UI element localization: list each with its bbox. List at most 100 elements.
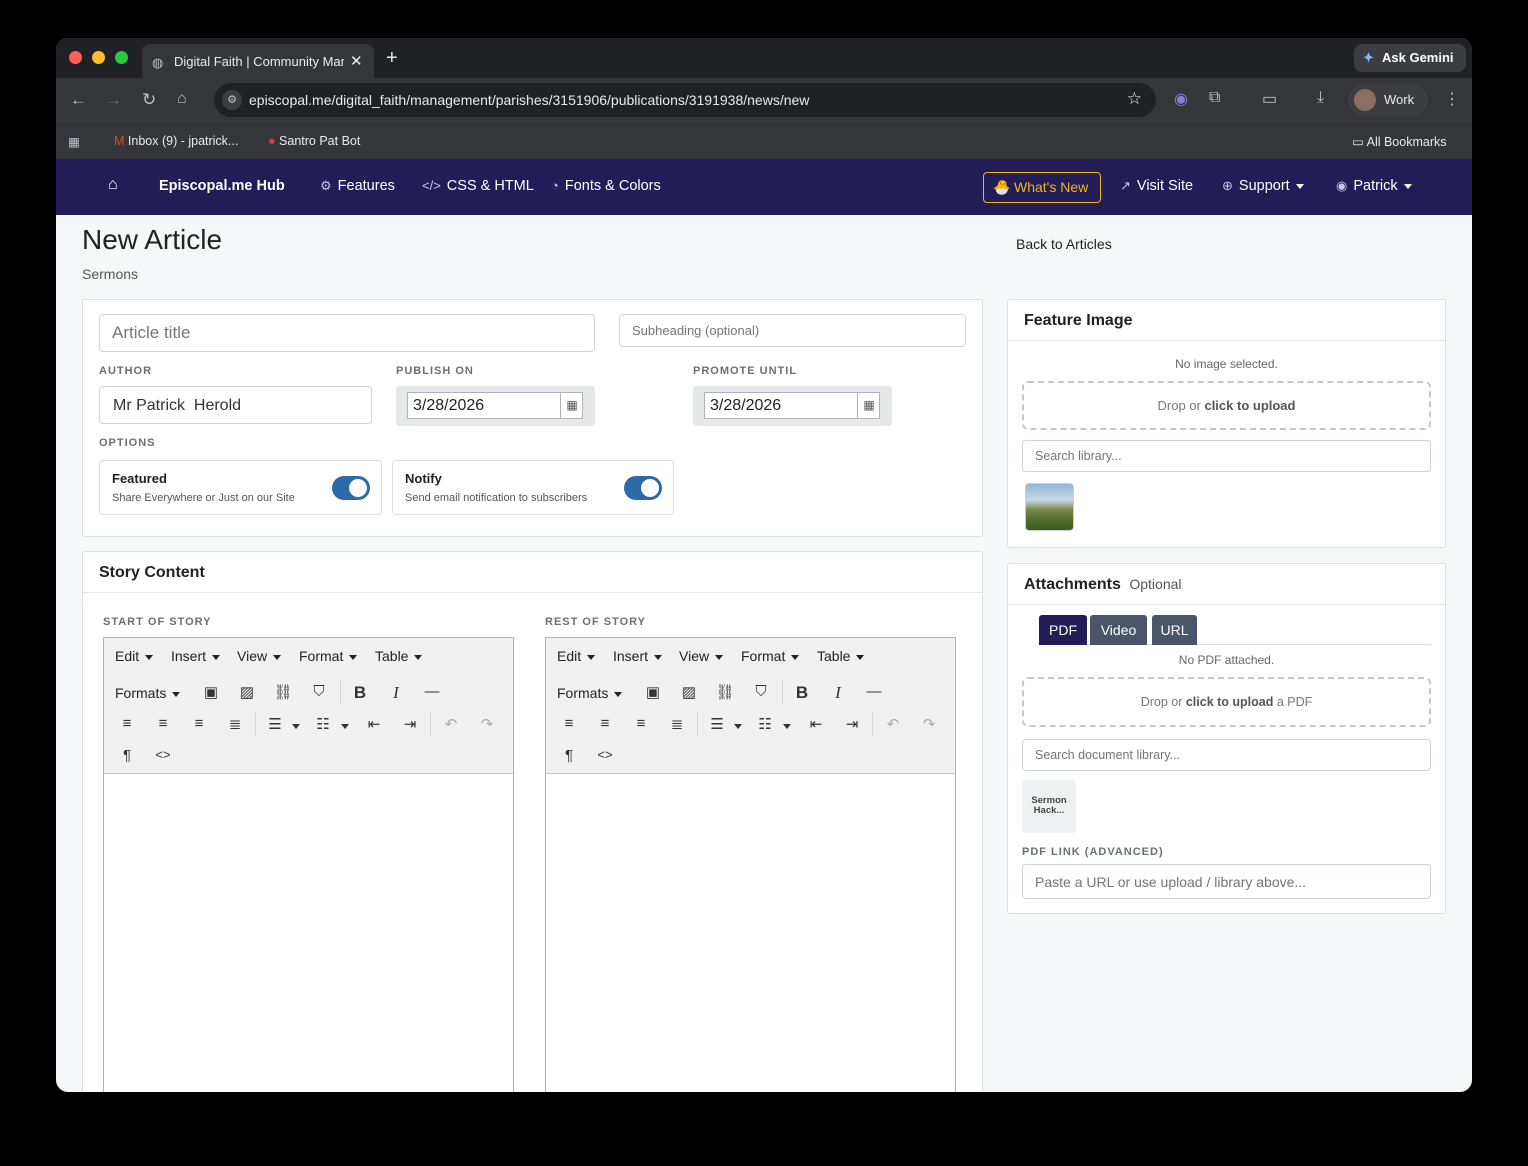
visit-site-link[interactable]: ↗ Visit Site (1120, 178, 1193, 194)
maximize-window-button[interactable] (115, 51, 128, 64)
media-icon[interactable]: ▣ (200, 683, 222, 701)
paragraph-icon[interactable]: ¶ (116, 747, 138, 764)
outdent-icon[interactable]: ⇤ (363, 715, 385, 733)
indent-icon[interactable]: ⇥ (399, 715, 421, 733)
align-right-icon[interactable]: ≡ (630, 715, 652, 732)
site-info-icon[interactable]: ⚙ (222, 90, 242, 110)
all-bookmarks[interactable]: ▭ All Bookmarks (1352, 134, 1447, 149)
back-arrow-icon[interactable]: ← (70, 90, 87, 110)
outdent-icon[interactable]: ⇤ (805, 715, 827, 733)
featured-toggle[interactable] (332, 476, 370, 500)
bookmark-inbox[interactable]: M Inbox (9) - jpatrick... (114, 134, 238, 148)
tab-pdf[interactable]: PDF (1039, 615, 1087, 645)
ask-gemini-button[interactable]: ✦ Ask Gemini (1354, 44, 1466, 72)
bookmark-santro[interactable]: ● Santro Pat Bot (268, 134, 360, 148)
promote-date-value[interactable]: 3/28/2026 (704, 392, 880, 419)
close-window-button[interactable] (69, 51, 82, 64)
menu-edit[interactable]: Edit (557, 648, 596, 664)
bookmark-star-icon[interactable]: ☆ (1127, 89, 1142, 109)
undo-icon[interactable]: ↶ (882, 715, 904, 733)
reload-icon[interactable]: ↻ (142, 90, 156, 110)
menu-view[interactable]: View (679, 648, 724, 664)
article-title-input[interactable] (99, 314, 595, 352)
menu-view[interactable]: View (237, 648, 282, 664)
chevron-down-icon[interactable] (341, 724, 349, 729)
italic-icon[interactable]: I (385, 683, 407, 703)
promote-date-picker[interactable]: 3/28/2026 ▦ (693, 386, 892, 426)
feature-image-dropzone[interactable]: Drop or click to upload (1022, 381, 1431, 430)
bullet-list-icon[interactable]: ☰ (706, 715, 728, 733)
redo-icon[interactable]: ↷ (476, 715, 498, 733)
calendar-icon[interactable]: ▦ (560, 392, 583, 419)
back-to-articles-link[interactable]: Back to Articles (1016, 236, 1112, 252)
download-icon[interactable]: ⤓ (1317, 89, 1324, 107)
menu-format[interactable]: Format (299, 648, 358, 664)
horizontal-rule-icon[interactable]: — (421, 683, 443, 700)
horizontal-rule-icon[interactable]: — (863, 683, 885, 700)
subheading-input[interactable] (619, 314, 966, 347)
numbered-list-icon[interactable]: ☷ (754, 715, 776, 733)
new-tab-button[interactable]: + (386, 47, 398, 70)
tab-video[interactable]: Video (1090, 615, 1147, 645)
nav-features[interactable]: ⚙ Features (320, 178, 395, 194)
bullet-list-icon[interactable]: ☰ (264, 715, 286, 733)
close-tab-icon[interactable]: ✕ (350, 52, 363, 70)
document-library-search[interactable] (1022, 739, 1431, 771)
link-icon[interactable]: ⛓ (714, 683, 736, 701)
bold-icon[interactable]: B (791, 683, 813, 703)
bookmark-icon[interactable]: ⛉ (308, 683, 330, 700)
bookmark-icon[interactable]: ⛉ (750, 683, 772, 700)
apps-grid-icon[interactable]: ▦ (68, 134, 80, 149)
home-icon[interactable]: ⌂ (108, 176, 118, 194)
library-image-thumbnail[interactable] (1025, 483, 1074, 531)
menu-format[interactable]: Format (741, 648, 800, 664)
align-justify-icon[interactable]: ≣ (666, 715, 688, 733)
menu-table[interactable]: Table (817, 648, 865, 664)
document-thumbnail[interactable]: Sermon Hack... (1022, 780, 1076, 833)
support-dropdown[interactable]: ⊕ Support (1222, 178, 1304, 194)
whats-new-button[interactable]: 🐣 What's New (983, 172, 1101, 203)
user-dropdown[interactable]: ◉ Patrick (1336, 178, 1412, 194)
link-icon[interactable]: ⛓ (272, 683, 294, 701)
profile-button[interactable]: Work (1348, 84, 1428, 116)
media-icon[interactable]: ▣ (642, 683, 664, 701)
source-code-icon[interactable]: <> (152, 747, 174, 762)
brand-link[interactable]: Episcopal.me Hub (159, 178, 285, 194)
browser-tab[interactable]: ◍ Digital Faith | Community Management ✕ (142, 44, 374, 78)
nav-css-html[interactable]: </> CSS & HTML (422, 178, 534, 194)
publish-date-value[interactable]: 3/28/2026 (407, 392, 583, 419)
image-icon[interactable]: ▨ (678, 683, 700, 701)
image-icon[interactable]: ▨ (236, 683, 258, 701)
click-to-upload-link[interactable]: click to upload (1186, 695, 1274, 709)
align-right-icon[interactable]: ≡ (188, 715, 210, 732)
tab-url[interactable]: URL (1152, 615, 1197, 645)
numbered-list-icon[interactable]: ☷ (312, 715, 334, 733)
extension-icon[interactable]: ◉ (1174, 89, 1188, 109)
tab-search-icon[interactable]: ▭ (1262, 89, 1277, 109)
feature-image-search[interactable] (1022, 440, 1431, 472)
menu-insert[interactable]: Insert (613, 648, 663, 664)
formats-dropdown[interactable]: Formats (115, 685, 181, 701)
address-bar[interactable]: ⚙ episcopal.me/digital_faith/management/… (214, 83, 1156, 117)
source-code-icon[interactable]: <> (594, 747, 616, 762)
align-justify-icon[interactable]: ≣ (224, 715, 246, 733)
pdf-link-input[interactable] (1022, 864, 1431, 899)
home-icon[interactable]: ⌂ (177, 90, 187, 108)
bold-icon[interactable]: B (349, 683, 371, 703)
indent-icon[interactable]: ⇥ (841, 715, 863, 733)
menu-edit[interactable]: Edit (115, 648, 154, 664)
redo-icon[interactable]: ↷ (918, 715, 940, 733)
click-to-upload-link[interactable]: click to upload (1204, 398, 1295, 413)
notify-toggle[interactable] (624, 476, 662, 500)
align-center-icon[interactable]: ≡ (594, 715, 616, 732)
paragraph-icon[interactable]: ¶ (558, 747, 580, 764)
menu-insert[interactable]: Insert (171, 648, 221, 664)
author-field[interactable]: Mr Patrick Herold (99, 386, 372, 424)
calendar-icon[interactable]: ▦ (857, 392, 880, 419)
chevron-down-icon[interactable] (783, 724, 791, 729)
nav-fonts-colors[interactable]: ◔ Fonts & Colors (551, 178, 661, 194)
italic-icon[interactable]: I (827, 683, 849, 703)
minimize-window-button[interactable] (92, 51, 105, 64)
chevron-down-icon[interactable] (734, 724, 742, 729)
puzzle-icon[interactable]: ⧉ (1209, 89, 1220, 107)
